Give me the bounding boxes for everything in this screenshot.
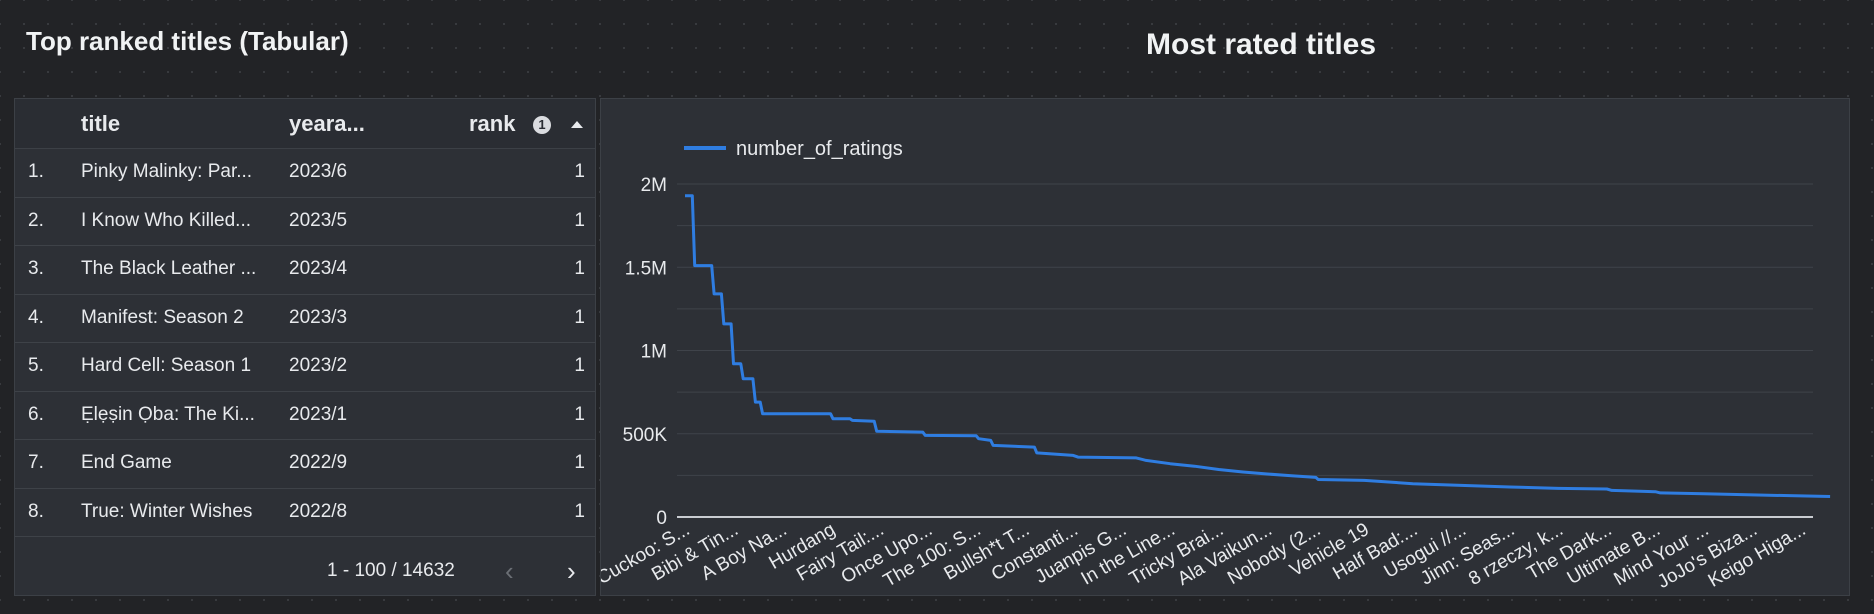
row-rank: 1 [574, 355, 585, 376]
table-row[interactable]: 5. Hard Cell: Season 1 2023/2 1 [15, 343, 595, 392]
y-tick-label: 1.5M [625, 258, 667, 279]
series-line-number-of-ratings [685, 194, 1831, 498]
row-rank: 1 [574, 500, 585, 522]
row-index: 1. [28, 161, 44, 182]
most-rated-chart: 0 500K 1M 1.5M 2M Cuckoo: S... Bibi & Tin... A … [600, 98, 1850, 596]
row-title: Manifest: Season 2 [81, 306, 244, 328]
row-rank: 1 [574, 161, 585, 182]
table-title: Top ranked titles (Tabular) [26, 26, 349, 56]
row-yearmonth: 2022/8 [289, 500, 348, 522]
row-title: End Game [81, 452, 172, 473]
row-index: 7. [28, 452, 44, 473]
row-index: 3. [28, 258, 44, 279]
row-rank: 1 [574, 452, 585, 473]
sort-ascending-icon[interactable] [571, 121, 583, 128]
row-index: 8. [28, 500, 44, 522]
pagination-range: 1 - 100 / 14632 [327, 560, 455, 581]
column-header-title[interactable]: title [81, 111, 120, 137]
row-yearmonth: 2023/4 [289, 258, 348, 279]
row-yearmonth: 2023/1 [289, 403, 348, 425]
row-yearmonth: 2023/6 [289, 161, 348, 182]
row-rank: 1 [574, 209, 585, 231]
row-title: I Know Who Killed... [81, 209, 252, 231]
table-row[interactable]: 1. Pinky Malinky: Par... 2023/6 1 [15, 149, 595, 198]
table-body: 1. Pinky Malinky: Par... 2023/6 1 2. I Know W… [15, 149, 595, 547]
line-chart: 0500K1M1.5M2MCuckoo: S...Bibi & Tin...A … [601, 138, 1831, 593]
y-tick-label: 0 [656, 508, 667, 529]
row-yearmonth: 2023/5 [289, 209, 348, 231]
row-rank: 1 [574, 403, 585, 425]
row-index: 6. [28, 403, 44, 425]
table-row[interactable]: 2. I Know Who Killed... 2023/5 1 [15, 198, 595, 246]
row-yearmonth: 2023/2 [289, 355, 348, 376]
table-row[interactable]: 8. True: Winter Wishes 2022/8 1 [15, 489, 595, 537]
table-row[interactable]: 4. Manifest: Season 2 2023/3 1 [15, 295, 595, 343]
row-index: 5. [28, 355, 44, 376]
row-title: Ẹlẹṣin Ọba: The Ki... [81, 403, 255, 425]
row-index: 2. [28, 209, 44, 231]
row-title: The Black Leather ... [81, 258, 257, 279]
y-tick-label: 500K [623, 425, 668, 446]
row-rank: 1 [574, 306, 585, 328]
column-header-yearmonth[interactable]: yeara... [289, 111, 365, 137]
table-pagination: 1 - 100 / 14632 ‹ › [15, 547, 595, 595]
row-title: Pinky Malinky: Par... [81, 161, 253, 182]
legend-label: number_of_ratings [736, 138, 903, 160]
chevron-right-icon[interactable]: › [567, 558, 576, 584]
y-tick-label: 1M [641, 342, 667, 363]
table-header: title yeara... rank 1 [15, 99, 595, 149]
table-row[interactable]: 6. Ẹlẹṣin Ọba: The Ki... 2023/1 1 [15, 392, 595, 440]
table-row[interactable]: 9.Looking Deadly: S...2022/71 [15, 537, 595, 547]
table-row[interactable]: 3. The Black Leather ... 2023/4 1 [15, 246, 595, 295]
row-rank: 1 [574, 258, 585, 279]
row-title: Hard Cell: Season 1 [81, 355, 252, 376]
row-index: 4. [28, 306, 44, 328]
row-yearmonth: 2022/9 [289, 452, 348, 473]
chevron-left-icon[interactable]: ‹ [505, 558, 514, 584]
y-tick-label: 2M [641, 175, 667, 196]
row-yearmonth: 2023/3 [289, 306, 348, 328]
ranked-titles-table: title yeara... rank 1 1. Pinky Malinky: P… [14, 98, 596, 596]
info-icon[interactable]: 1 [533, 116, 551, 134]
chart-title: Most rated titles [1146, 28, 1377, 61]
column-header-rank[interactable]: rank [469, 111, 515, 137]
table-row[interactable]: 7. End Game 2022/9 1 [15, 440, 595, 489]
row-title: True: Winter Wishes [81, 500, 253, 522]
